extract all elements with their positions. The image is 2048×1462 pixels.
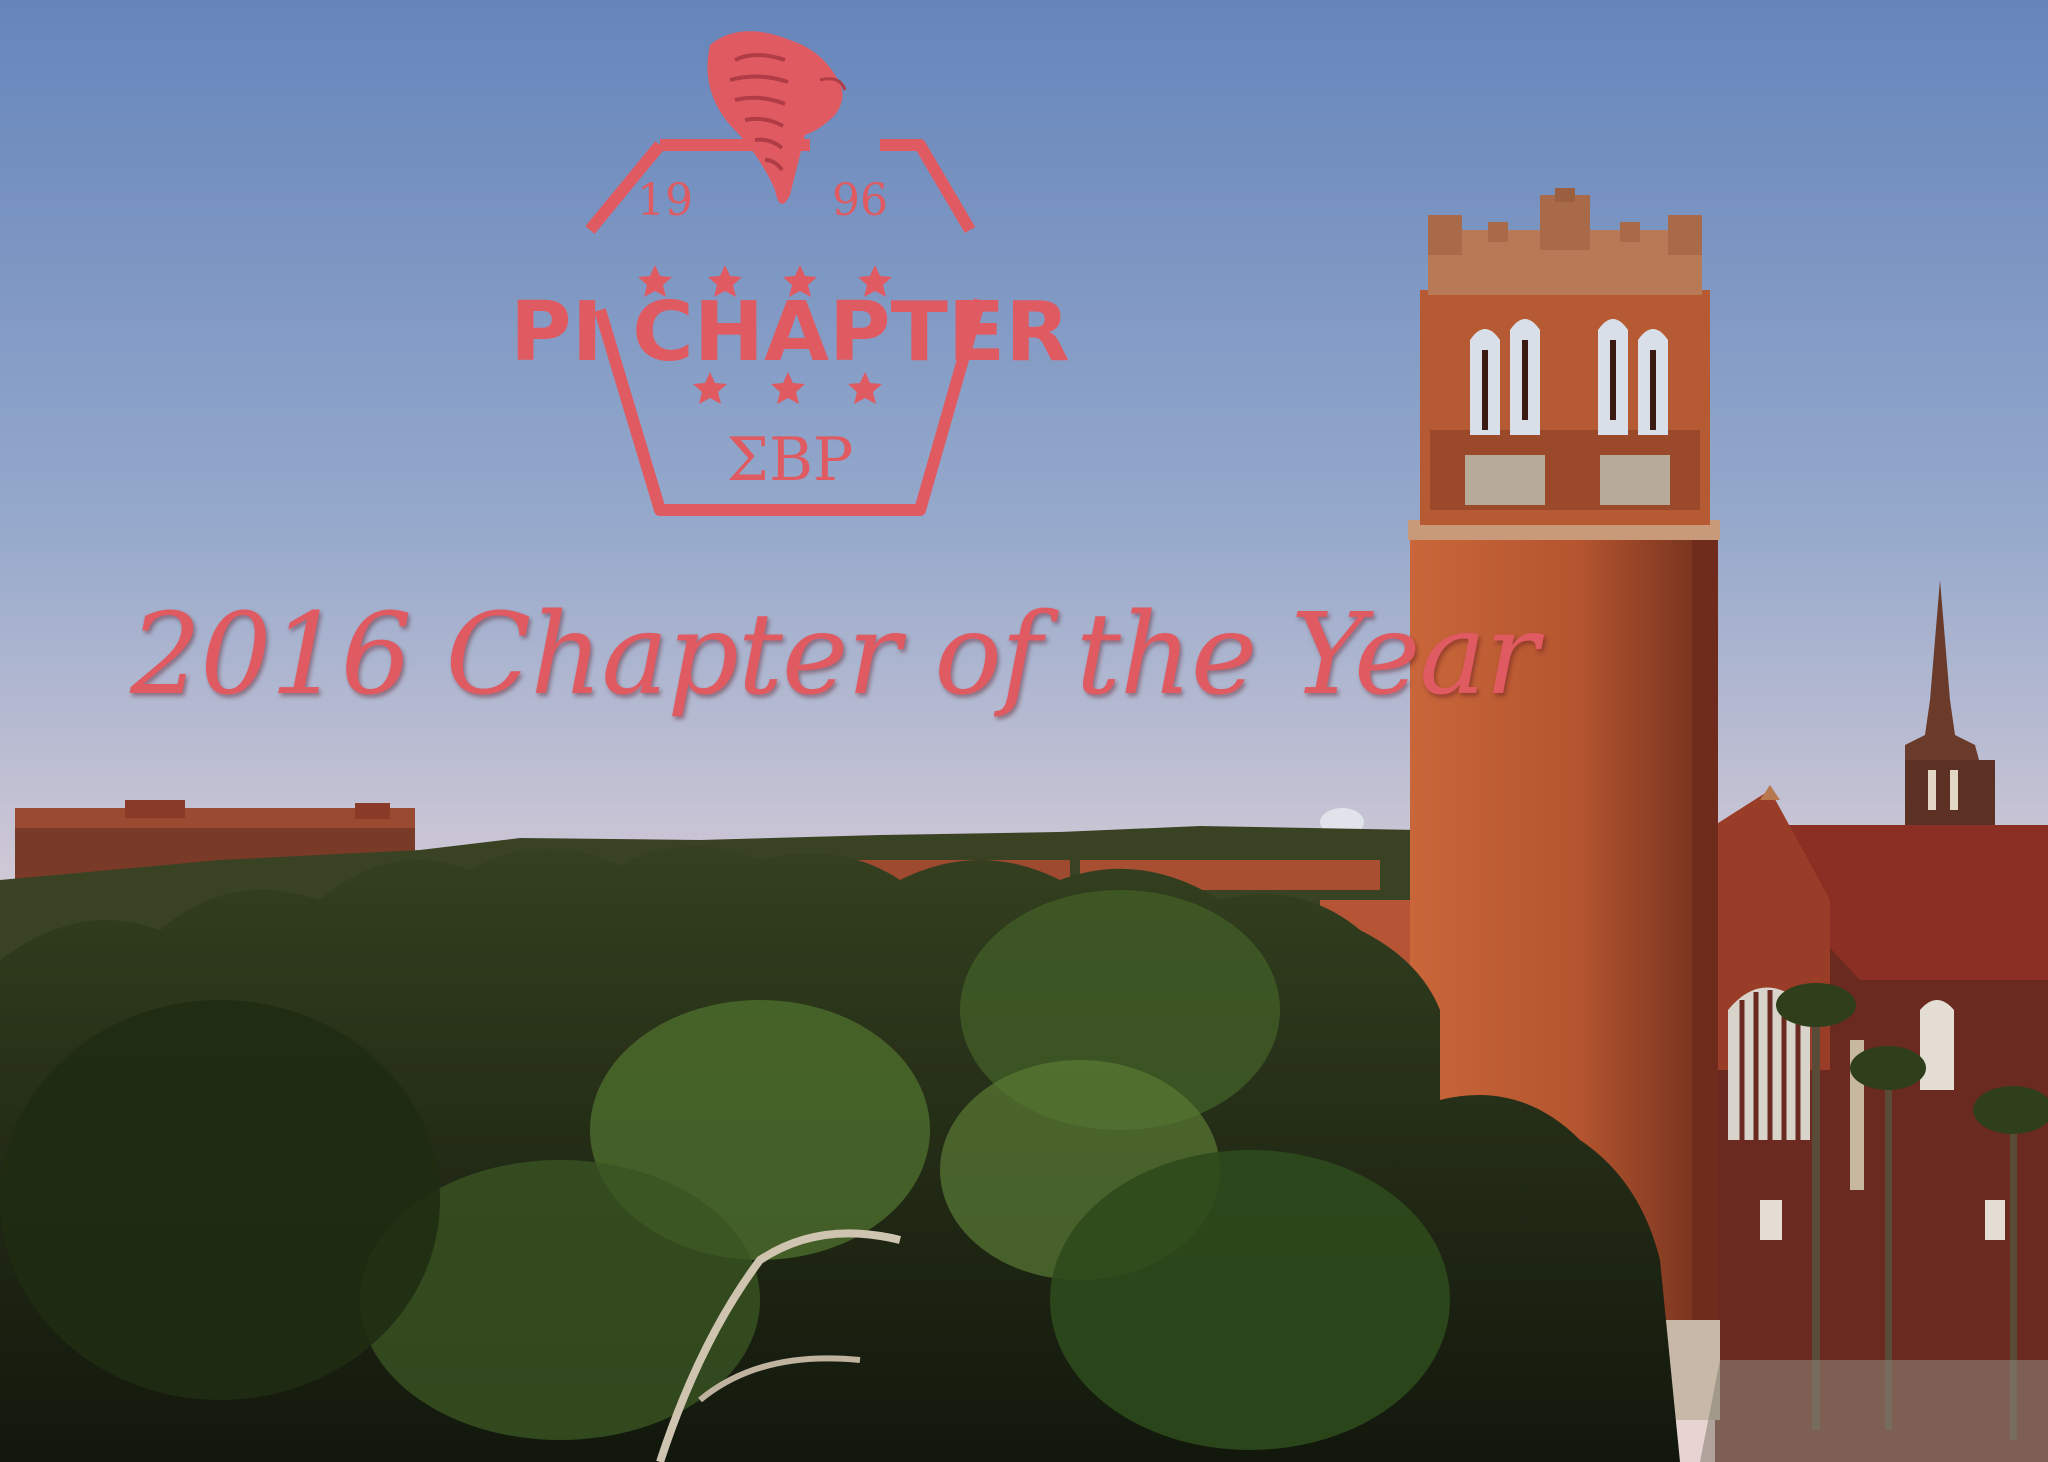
cobra-icon [707,31,847,204]
award-tagline: 2016 Chapter of the Year [130,590,1539,720]
founding-year-right: 96 [832,175,888,226]
greek-letters: ΣΒΡ [727,425,854,495]
chapter-name: PI CHAPTER [510,285,1070,380]
founding-year-left: 19 [637,175,693,226]
chapter-logo: 19 96 PI CHAPTER ΣΒΡ [510,31,1070,516]
